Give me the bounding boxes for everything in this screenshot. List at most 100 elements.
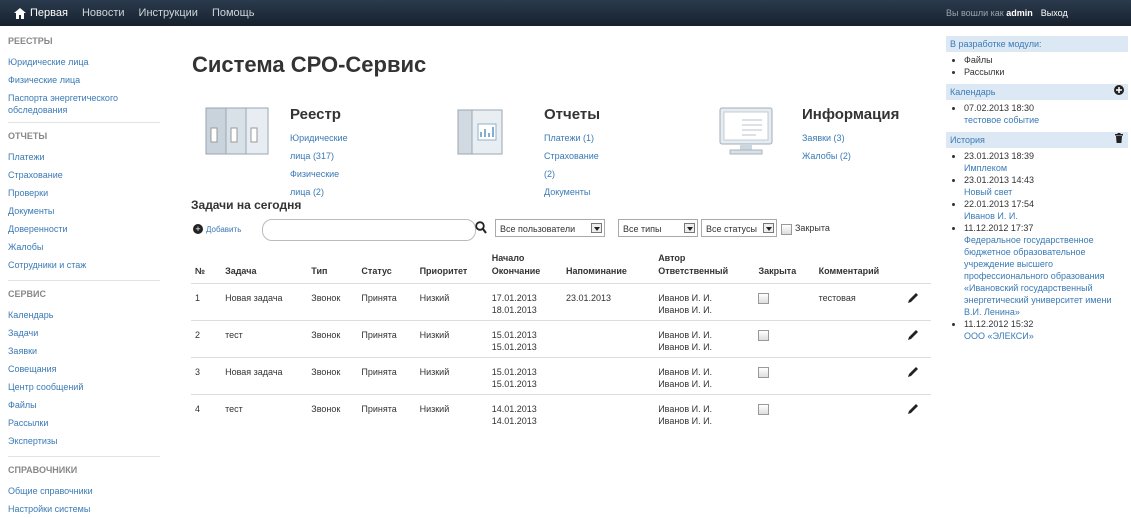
cell-edit: [902, 357, 931, 395]
sidebar-item-message-center[interactable]: Центр сообщений: [8, 378, 168, 396]
sidebar-item-calendar[interactable]: Календарь: [8, 306, 168, 324]
sidebar-item-energy-passports[interactable]: Паспорта энергетического обследования: [8, 92, 158, 116]
nav-home[interactable]: Первая: [14, 7, 68, 19]
sidebar-section-reports: ОТЧЕТЫ Платежи Страхование Проверки Доку…: [0, 131, 168, 281]
sidebar-item-inspections[interactable]: Проверки: [8, 184, 168, 202]
link-requests[interactable]: Заявки (3): [802, 129, 899, 147]
task-search-input[interactable]: [262, 219, 476, 241]
cell-dates: 17.01.2013 18.01.2013: [487, 283, 562, 321]
table-row[interactable]: 3 Новая задача Звонок Принята Низкий 15.…: [191, 357, 931, 395]
list-item: Рассылки: [964, 66, 1128, 78]
add-task-button[interactable]: + Добавить: [193, 224, 241, 234]
pencil-icon[interactable]: [907, 292, 919, 304]
main-content: Система СРО-Сервис Реестр Юридические ли…: [180, 36, 940, 426]
link-complaints[interactable]: Жалобы (2): [802, 147, 899, 165]
chevron-down-icon: [763, 223, 774, 233]
block-heading: Реестр: [290, 106, 341, 123]
sidebar-item-tasks[interactable]: Задачи: [8, 324, 168, 342]
link-individuals[interactable]: Физические лица (2): [290, 165, 348, 201]
sidebar-item-meetings[interactable]: Совещания: [8, 360, 168, 378]
closed-checkbox[interactable]: [758, 293, 770, 304]
link-insurance[interactable]: Страхование (2): [544, 147, 600, 183]
chevron-down-icon: [591, 223, 602, 233]
cell-num: 1: [191, 283, 222, 321]
table-row[interactable]: 2 тест Звонок Принята Низкий 15.01.2013 1…: [191, 320, 931, 358]
cell-closed: [754, 283, 815, 321]
sidebar-item-documents[interactable]: Документы: [8, 202, 168, 220]
cell-responsible: Иванов И. И.: [658, 305, 713, 315]
event-link[interactable]: тестовое событие: [964, 114, 1128, 126]
chevron-down-icon: [684, 223, 695, 233]
pencil-icon[interactable]: [907, 403, 919, 415]
dev-modules-list: Файлы Рассылки: [946, 54, 1128, 78]
cell-num: 4: [195, 404, 201, 414]
link-payments[interactable]: Платежи (1): [544, 129, 600, 147]
users-filter-select[interactable]: Все пользователи: [495, 219, 605, 237]
cell-author: Иванов И. И.: [658, 404, 713, 414]
sidebar-item-insurance[interactable]: Страхование: [8, 166, 168, 184]
sidebar-item-expertise[interactable]: Экспертизы: [8, 432, 168, 450]
history-link[interactable]: Имплеком: [964, 162, 1128, 174]
logout-link[interactable]: Выход: [1041, 8, 1068, 18]
cell-status: Принята: [361, 404, 397, 414]
table-header-row: № Задача Тип Статус Приоритет Начало Окон…: [191, 248, 931, 284]
col-author-responsible: Автор Ответственный: [654, 248, 755, 284]
cell-dates: 14.01.2013 14.01.2013: [488, 395, 562, 432]
sidebar-item-files[interactable]: Файлы: [8, 396, 168, 414]
closed-filter-label: Закрыта: [795, 223, 830, 233]
sidebar-section-title: СПРАВОЧНИКИ: [8, 465, 78, 475]
history-link[interactable]: Новый свет: [964, 186, 1128, 198]
closed-checkbox[interactable]: [758, 330, 770, 341]
cell-end: 18.01.2013: [491, 305, 537, 315]
sidebar-item-requests[interactable]: Заявки: [8, 342, 168, 360]
plus-circle-icon[interactable]: [1114, 85, 1124, 95]
right-panel: В разработке модули: Файлы Рассылки Кале…: [946, 36, 1128, 348]
calendar-list: 07.02.2013 18:30тестовое событие: [946, 102, 1128, 126]
closed-checkbox[interactable]: [758, 367, 770, 378]
col-comment: Комментарий: [814, 248, 903, 284]
col-closed: Закрыта: [754, 248, 815, 284]
sidebar-item-mailings[interactable]: Рассылки: [8, 414, 168, 432]
history-link[interactable]: Иванов И. И.: [964, 210, 1128, 222]
table-row[interactable]: 4 тест Звонок Принята Низкий 14.01.2013 1…: [191, 395, 931, 432]
nav-instructions[interactable]: Инструкции: [139, 7, 198, 19]
link-legal-entities[interactable]: Юридические лица (317): [290, 129, 348, 165]
closed-checkbox[interactable]: [758, 404, 770, 415]
pencil-icon[interactable]: [907, 366, 919, 378]
cell-priority: Низкий: [415, 320, 488, 358]
cell-reminder: [561, 320, 655, 358]
sidebar-item-system-settings[interactable]: Настройки системы: [8, 500, 168, 518]
closed-filter-checkbox[interactable]: [781, 224, 792, 235]
pencil-icon[interactable]: [907, 329, 919, 341]
cell-status: Принята: [357, 283, 416, 321]
trash-icon[interactable]: [1114, 133, 1124, 143]
status-filter-select[interactable]: Все статусы: [701, 219, 777, 237]
calendar-header: Календарь: [946, 84, 1128, 100]
username: admin: [1006, 8, 1033, 18]
table-row[interactable]: 1 Новая задача Звонок Принята Низкий 17.…: [191, 283, 931, 321]
nav-news[interactable]: Новости: [82, 7, 125, 19]
list-item: 11.12.2012 15:32ООО «ЭЛЕКСИ»: [964, 318, 1128, 342]
cell-end: 15.01.2013: [491, 379, 537, 389]
types-filter-select[interactable]: Все типы: [618, 219, 698, 237]
monitor-icon: [719, 107, 773, 155]
cell-type: Звонок: [307, 283, 358, 321]
cell-closed: [754, 395, 814, 432]
sidebar-item-payments[interactable]: Платежи: [8, 148, 168, 166]
status-filter-value: Все статусы: [706, 224, 757, 234]
sidebar-item-powers-of-attorney[interactable]: Доверенности: [8, 220, 168, 238]
history-link[interactable]: ООО «ЭЛЕКСИ»: [964, 330, 1128, 342]
search-icon[interactable]: [475, 221, 487, 235]
sidebar-item-complaints[interactable]: Жалобы: [8, 238, 168, 256]
history-link[interactable]: Федеральное государственное бюджетное об…: [964, 234, 1128, 318]
tasks-heading: Задачи на сегодня: [191, 198, 302, 212]
sidebar-item-employees[interactable]: Сотрудники и стаж: [8, 256, 168, 274]
nav-help[interactable]: Помощь: [212, 7, 255, 19]
sidebar-item-individuals[interactable]: Физические лица: [8, 71, 168, 89]
cell-comment: [815, 395, 903, 432]
cell-comment: [814, 357, 903, 395]
sidebar-item-general-references[interactable]: Общие справочники: [8, 482, 168, 500]
users-filter-value: Все пользователи: [500, 224, 576, 234]
sidebar-item-legal-entities[interactable]: Юридические лица: [8, 53, 168, 71]
divider: [8, 280, 160, 281]
